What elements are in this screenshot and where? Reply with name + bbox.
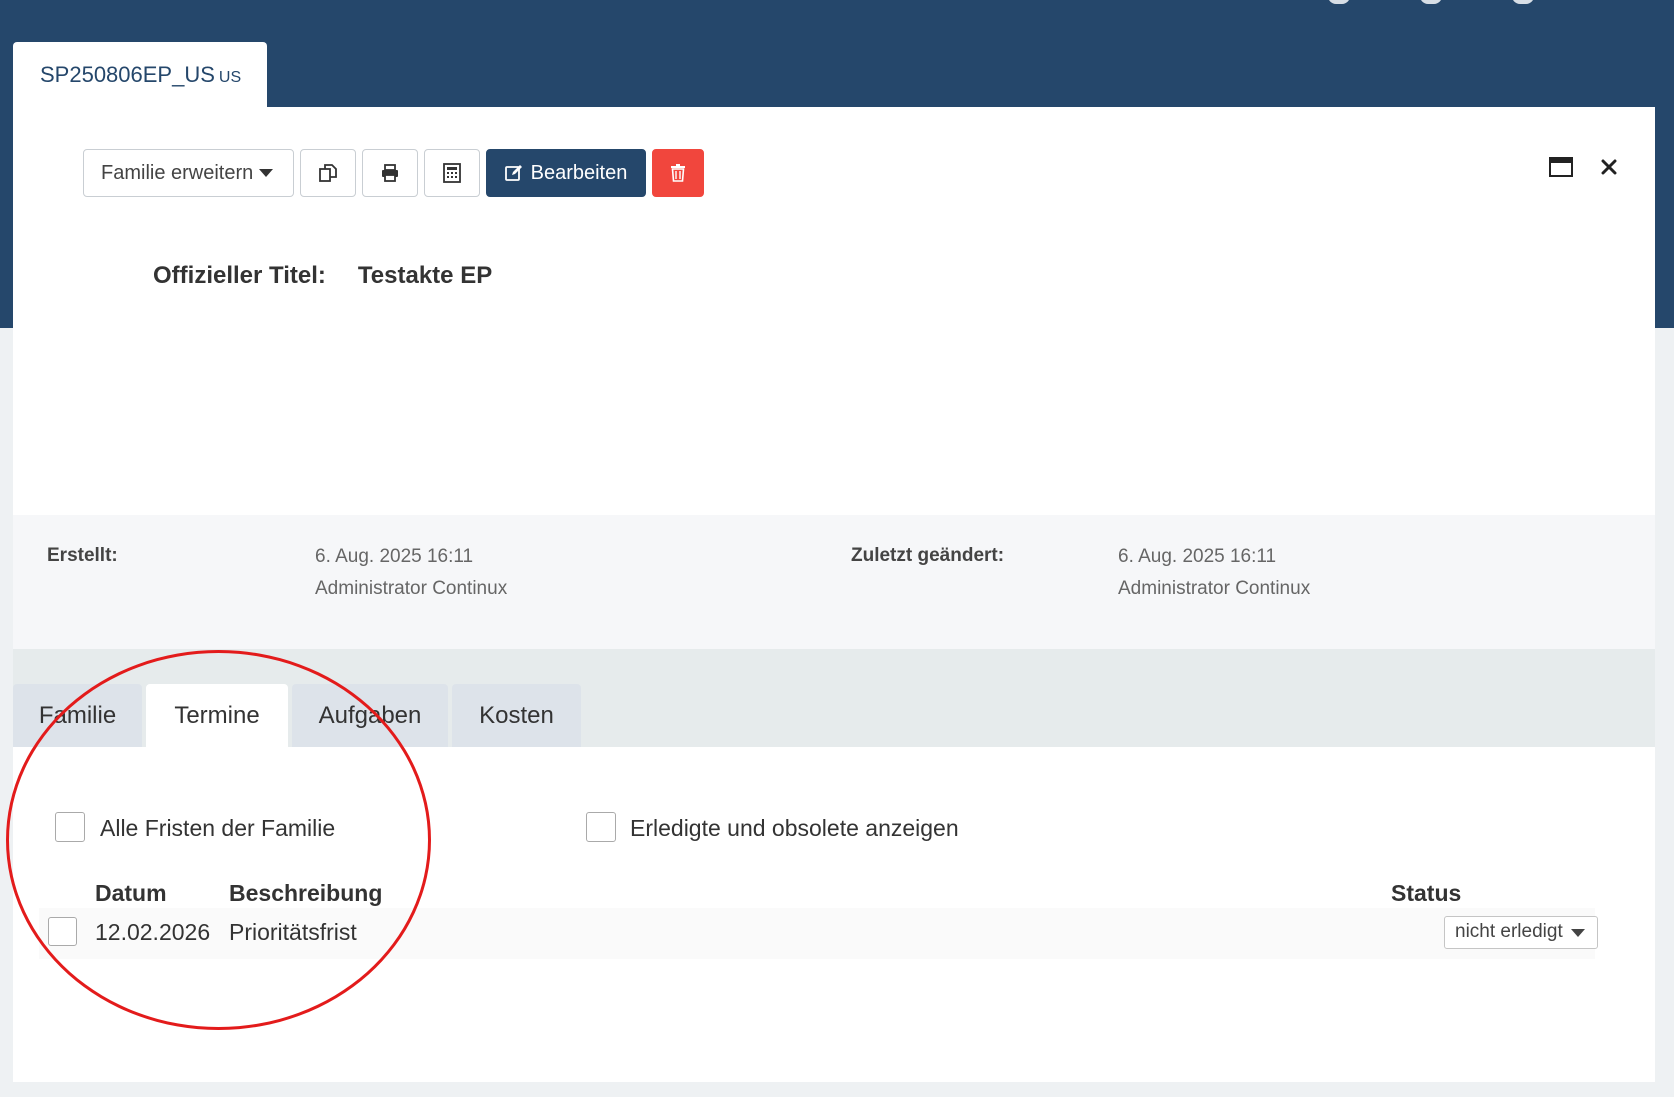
official-title-row: Offizieller Titel: Testakte EP <box>153 262 492 290</box>
document-code: SP250806EP_US <box>40 62 215 87</box>
close-icon[interactable] <box>1601 159 1617 175</box>
calculator-button[interactable] <box>424 149 480 197</box>
edit-button[interactable]: Bearbeiten <box>486 149 646 197</box>
show-done-label: Erledigte und obsolete anzeigen <box>630 815 959 841</box>
print-button[interactable] <box>362 149 418 197</box>
deadlines-content: Alle Fristen der Familie Erledigte und o… <box>13 747 1655 1082</box>
expand-family-label: Familie erweitern <box>101 161 254 184</box>
tab-kosten[interactable]: Kosten <box>452 684 581 747</box>
family-deadlines-checkbox[interactable] <box>55 812 85 842</box>
notification-icon[interactable] <box>1420 0 1442 4</box>
trash-icon <box>671 164 685 182</box>
column-header-description[interactable]: Beschreibung <box>229 880 382 907</box>
tab-familie[interactable]: Familie <box>13 684 142 747</box>
family-deadlines-label: Alle Fristen der Familie <box>100 815 336 841</box>
record-meta: Erstellt: 6. Aug. 2025 16:11 Administrat… <box>13 515 1655 649</box>
tab-aufgaben[interactable]: Aufgaben <box>292 684 448 747</box>
official-title-label: Offizieller Titel: <box>153 262 326 289</box>
column-header-date[interactable]: Datum <box>95 880 167 907</box>
modified-label: Zuletzt geändert: <box>851 545 1005 566</box>
maximize-icon[interactable] <box>1549 157 1573 177</box>
expand-family-button[interactable]: Familie erweitern <box>83 149 294 197</box>
caret-down-icon <box>1570 929 1585 937</box>
settings-icon[interactable] <box>1512 0 1534 4</box>
print-icon <box>382 164 398 182</box>
modified-by: Administrator Continux <box>1118 578 1311 599</box>
document-country: US <box>218 69 242 86</box>
modified-date: 6. Aug. 2025 16:11 <box>1118 546 1277 567</box>
show-done-checkbox[interactable] <box>586 812 616 842</box>
caret-down-icon <box>259 169 274 177</box>
row-status-value: nicht erledigt <box>1455 921 1563 942</box>
copy-icon <box>319 164 337 182</box>
top-toolbar-icons <box>1328 0 1534 4</box>
user-icon[interactable] <box>1328 0 1350 4</box>
created-date: 6. Aug. 2025 16:11 <box>315 546 474 567</box>
created-by: Administrator Continux <box>315 578 508 599</box>
tab-termine[interactable]: Termine <box>146 684 288 747</box>
record-panel: Familie erweitern Bearbeiten Offizieller… <box>13 107 1655 1082</box>
window-controls <box>1549 157 1617 177</box>
row-select-checkbox[interactable] <box>48 917 77 946</box>
column-header-status[interactable]: Status <box>1391 880 1461 907</box>
calculator-icon <box>443 163 461 183</box>
edit-button-label: Bearbeiten <box>530 161 628 184</box>
official-title-value: Testakte EP <box>357 262 493 289</box>
tabs-bar: Familie Termine Aufgaben Kosten <box>13 649 1655 747</box>
copy-button[interactable] <box>300 149 356 197</box>
row-description[interactable]: Prioritätsfrist <box>229 919 357 946</box>
edit-icon <box>504 165 522 181</box>
document-tab[interactable]: SP250806EP_US US <box>13 42 267 108</box>
row-date: 12.02.2026 <box>95 919 211 945</box>
created-label: Erstellt: <box>47 545 118 566</box>
row-status-select[interactable]: nicht erledigt <box>1444 916 1598 949</box>
delete-button[interactable] <box>652 149 704 197</box>
record-toolbar: Familie erweitern Bearbeiten <box>83 149 704 197</box>
